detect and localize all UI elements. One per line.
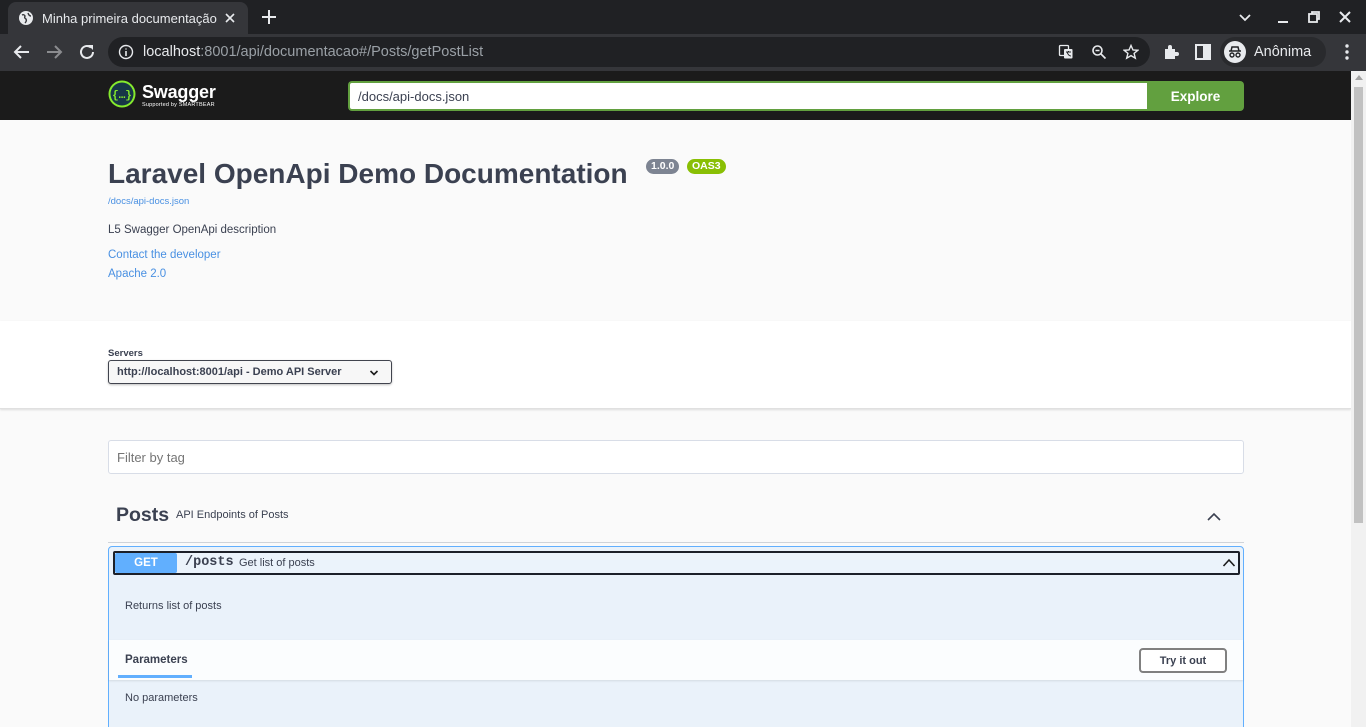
side-panel-icon[interactable] bbox=[1193, 42, 1213, 62]
api-title: Laravel OpenApi Demo Documentation bbox=[108, 158, 628, 189]
close-icon[interactable] bbox=[222, 10, 238, 26]
scroll-up-arrow-icon[interactable] bbox=[1355, 75, 1363, 80]
tab-parameters[interactable]: Parameters bbox=[125, 654, 188, 666]
swagger-logo-subtitle: Supported by SMARTBEAR bbox=[142, 102, 215, 108]
servers-section: Servers http://localhost:8001/api - Demo… bbox=[0, 321, 1351, 409]
try-it-out-button[interactable]: Try it out bbox=[1139, 648, 1227, 673]
http-method-badge: GET bbox=[115, 553, 177, 573]
zoom-icon[interactable] bbox=[1091, 44, 1107, 60]
swagger-logo-icon: {…} bbox=[108, 80, 136, 108]
chevron-up-icon[interactable] bbox=[1206, 509, 1222, 525]
tab-active-underline bbox=[118, 675, 192, 678]
url-path: :8001/api/documentacao#/Posts/getPostLis… bbox=[200, 44, 484, 60]
operation-summary-bar[interactable]: GET /posts Get list of posts bbox=[113, 551, 1240, 575]
tag-name: Posts bbox=[116, 504, 170, 526]
spec-url-link[interactable]: /docs/api-docs.json bbox=[108, 196, 189, 207]
browser-tabbar: Minha primeira documentação bbox=[0, 0, 1366, 34]
incognito-profile-button[interactable]: Anônima bbox=[1220, 37, 1326, 67]
browser-tab[interactable]: Minha primeira documentação bbox=[8, 2, 248, 34]
page-scrollbar[interactable] bbox=[1351, 71, 1366, 727]
servers-selected-value: http://localhost:8001/api - Demo API Ser… bbox=[117, 366, 342, 378]
tab-search-icon[interactable] bbox=[1237, 9, 1253, 25]
swagger-logo[interactable]: {…} Swagger Supported by SMARTBEAR bbox=[108, 80, 228, 112]
filter-by-tag-input[interactable] bbox=[108, 440, 1244, 474]
servers-label: Servers bbox=[108, 348, 143, 359]
reload-icon[interactable] bbox=[77, 42, 97, 62]
tag-posts-header[interactable]: Posts API Endpoints of Posts bbox=[108, 493, 1244, 543]
browser-menu-icon[interactable] bbox=[1340, 43, 1354, 61]
chevron-down-icon bbox=[369, 370, 379, 376]
page-viewport: {…} Swagger Supported by SMARTBEAR Explo… bbox=[0, 71, 1351, 727]
version-badge: 1.0.0 bbox=[646, 159, 680, 174]
api-description: L5 Swagger OpenApi description bbox=[108, 224, 277, 236]
profile-name: Anônima bbox=[1254, 44, 1312, 60]
operation-path: /posts bbox=[185, 555, 234, 570]
explore-button[interactable]: Explore bbox=[1147, 81, 1244, 111]
back-icon[interactable] bbox=[12, 42, 32, 62]
browser-toolbar: localhost:8001/api/documentacao#/Posts/g… bbox=[0, 34, 1366, 71]
scrollbar-thumb[interactable] bbox=[1354, 87, 1363, 523]
url-host: localhost bbox=[143, 44, 201, 60]
swagger-logo-text: Swagger bbox=[142, 82, 216, 102]
tab-title: Minha primeira documentação bbox=[42, 10, 217, 26]
translate-icon[interactable] bbox=[1058, 44, 1074, 60]
tag-description: API Endpoints of Posts bbox=[176, 509, 289, 521]
contact-developer-link[interactable]: Contact the developer bbox=[108, 249, 221, 261]
spec-url-input[interactable] bbox=[348, 81, 1148, 111]
operation-summary: Get list of posts bbox=[239, 557, 315, 569]
globe-icon bbox=[19, 11, 33, 25]
operation-get-posts: GET /posts Get list of posts Returns lis… bbox=[108, 546, 1244, 727]
incognito-icon bbox=[1224, 41, 1246, 63]
close-window-icon[interactable] bbox=[1337, 9, 1353, 25]
address-url: localhost:8001/api/documentacao#/Posts/g… bbox=[143, 44, 483, 60]
oas-badge: OAS3 bbox=[687, 159, 726, 174]
swagger-topbar: {…} Swagger Supported by SMARTBEAR Explo… bbox=[0, 71, 1351, 120]
chevron-up-icon[interactable] bbox=[1222, 556, 1236, 570]
minimize-icon[interactable] bbox=[1275, 9, 1291, 25]
api-info-section: Laravel OpenApi Demo Documentation 1.0.0… bbox=[0, 120, 1351, 321]
site-info-icon[interactable] bbox=[118, 44, 134, 60]
parameters-header: Parameters Try it out bbox=[109, 640, 1243, 680]
restore-icon[interactable] bbox=[1306, 9, 1322, 25]
address-bar[interactable]: localhost:8001/api/documentacao#/Posts/g… bbox=[108, 37, 1150, 67]
license-link[interactable]: Apache 2.0 bbox=[108, 268, 166, 280]
svg-text:{…}: {…} bbox=[112, 90, 132, 102]
new-tab-icon[interactable] bbox=[260, 8, 278, 26]
no-parameters-text: No parameters bbox=[125, 692, 198, 704]
bookmark-star-icon[interactable] bbox=[1123, 44, 1139, 60]
operation-description: Returns list of posts bbox=[125, 600, 222, 612]
extensions-icon[interactable] bbox=[1161, 42, 1181, 62]
servers-select[interactable]: http://localhost:8001/api - Demo API Ser… bbox=[108, 360, 392, 384]
forward-icon[interactable] bbox=[44, 42, 64, 62]
